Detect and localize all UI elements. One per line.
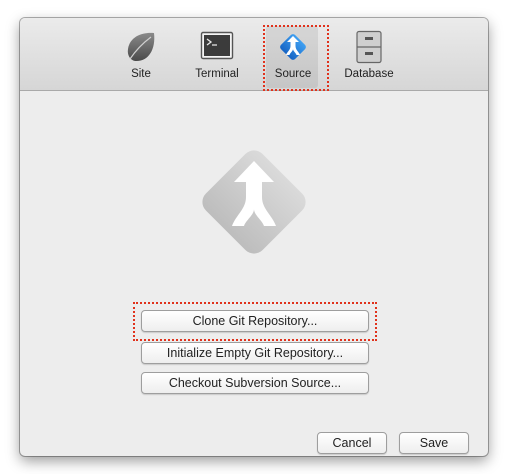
initialize-git-repository-button[interactable]: Initialize Empty Git Repository...	[141, 342, 369, 364]
tab-database[interactable]: Database	[338, 24, 400, 86]
toolbar: Site Terminal Source Database	[20, 18, 488, 91]
save-button[interactable]: Save	[399, 432, 469, 454]
tab-terminal-label: Terminal	[195, 68, 239, 80]
tab-site-label: Site	[131, 68, 151, 80]
database-cabinet-icon	[354, 30, 384, 69]
checkout-subversion-source-button[interactable]: Checkout Subversion Source...	[141, 372, 369, 394]
leaf-icon	[123, 30, 159, 69]
terminal-icon	[200, 30, 234, 67]
tab-site[interactable]: Site	[110, 24, 172, 86]
tab-terminal[interactable]: Terminal	[186, 24, 248, 86]
clone-button-highlight	[133, 302, 377, 341]
preferences-window: Site Terminal Source Database Clone Git …	[20, 18, 488, 456]
cancel-button[interactable]: Cancel	[317, 432, 387, 454]
git-merge-logo-icon	[190, 143, 318, 266]
source-tab-highlight	[263, 25, 329, 91]
source-pane: Clone Git Repository... Initialize Empty…	[20, 91, 488, 456]
tab-database-label: Database	[344, 68, 394, 80]
